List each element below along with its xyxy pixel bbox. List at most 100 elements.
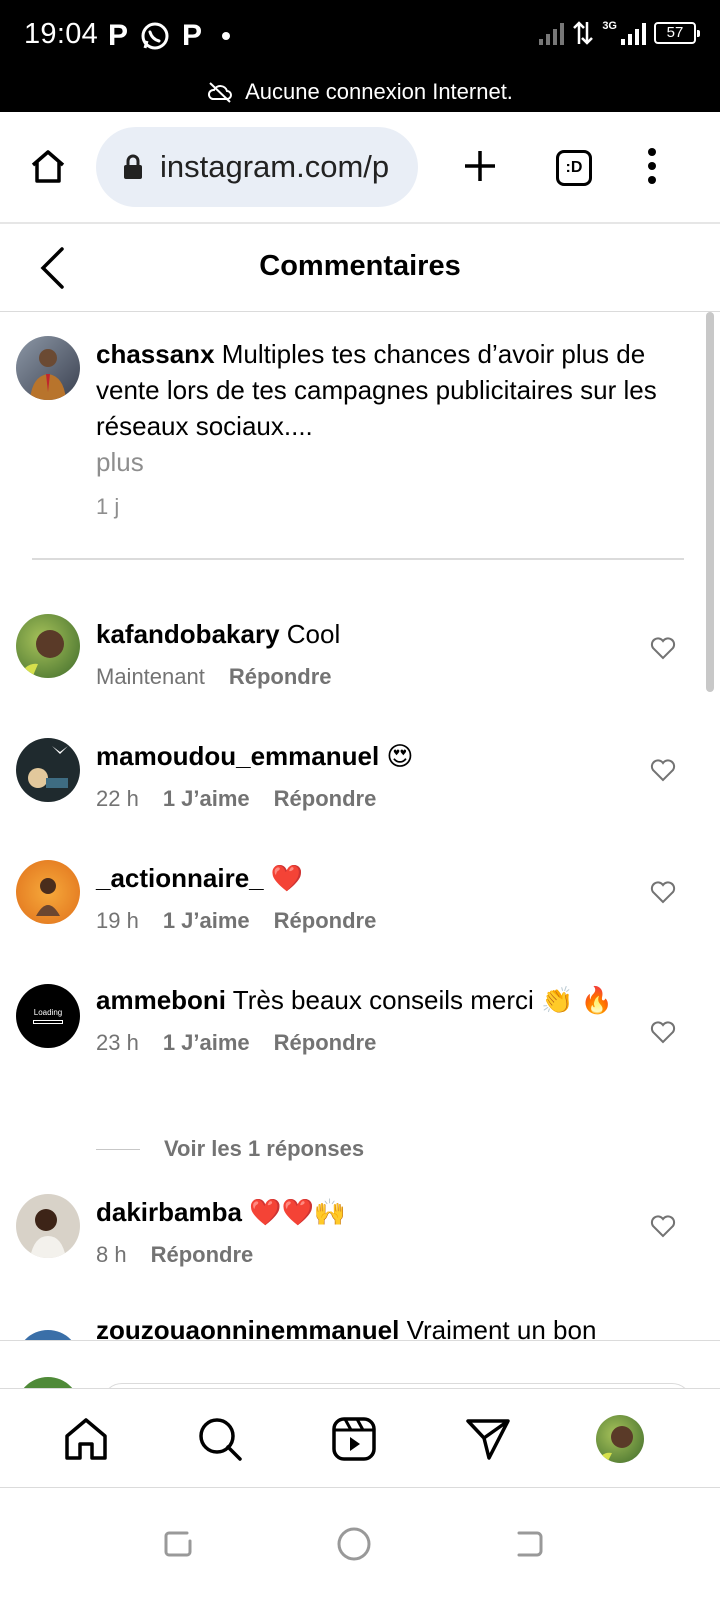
whatsapp-icon	[141, 22, 169, 50]
reply-button[interactable]: Répondre	[274, 786, 377, 812]
comment-username[interactable]: zouzouaonninemmanuel	[96, 1315, 399, 1340]
lock-icon	[124, 154, 142, 179]
heart-icon[interactable]	[650, 880, 676, 904]
comment-username[interactable]: ammeboni	[96, 985, 226, 1015]
heart-icon[interactable]	[650, 1214, 676, 1238]
avatar	[16, 1377, 80, 1388]
likes-count[interactable]: 1 J’aime	[163, 1030, 250, 1056]
comment-text: Vraiment un bon	[406, 1315, 597, 1340]
comment-time: 8 h	[96, 1242, 127, 1267]
comment-text: 😍	[386, 741, 414, 771]
comment: dakirbamba ❤️❤️🙌 8 h Répondre	[96, 1194, 616, 1268]
system-back-button[interactable]	[510, 1524, 550, 1564]
nav-messages[interactable]	[462, 1413, 514, 1465]
comment-username[interactable]: _actionnaire_	[96, 863, 264, 893]
circle-home-icon	[337, 1527, 371, 1561]
scrollbar[interactable]	[706, 312, 714, 692]
more-notifications-dot	[222, 32, 231, 40]
heart-icon[interactable]	[650, 1020, 676, 1044]
tab-switcher-button[interactable]: :D	[552, 146, 596, 190]
comments-header: Commentaires	[0, 224, 720, 312]
reply-button[interactable]: Répondre	[274, 1030, 377, 1056]
cloud-off-icon	[208, 82, 233, 103]
more-link[interactable]: plus	[96, 444, 700, 480]
comment-meta: Maintenant Répondre	[96, 664, 616, 690]
system-nav-bar	[0, 1488, 720, 1600]
comment-time: 22 h	[96, 786, 139, 811]
likes-count[interactable]: 1 J’aime	[163, 908, 250, 934]
p-icon: P	[182, 19, 203, 52]
nav-search[interactable]	[194, 1413, 246, 1465]
system-home-button[interactable]	[334, 1524, 374, 1564]
nav-profile[interactable]	[596, 1415, 644, 1463]
comment: mamoudou_emmanuel 😍 22 h 1 J’aime Répond…	[96, 738, 616, 812]
profile-avatar-icon	[596, 1426, 633, 1463]
plus-icon	[465, 151, 495, 181]
new-tab-button[interactable]	[458, 144, 502, 188]
search-icon	[199, 1418, 242, 1461]
home-button[interactable]	[26, 144, 70, 188]
avatar-image	[30, 1209, 66, 1258]
comment-meta: 22 h 1 J’aime Répondre	[96, 786, 616, 812]
avatar[interactable]	[16, 336, 80, 400]
url-bar[interactable]: instagram.com/p	[96, 127, 418, 207]
comment-meta: 8 h Répondre	[96, 1242, 616, 1268]
reply-button[interactable]: Répondre	[151, 1242, 254, 1268]
comment: ammeboni Très beaux conseils merci 👏 🔥 2…	[96, 982, 616, 1056]
comment-text: Très beaux conseils merci 👏 🔥	[232, 985, 614, 1015]
comment-username[interactable]: mamoudou_emmanuel	[96, 741, 379, 771]
view-replies-button[interactable]: Voir les 1 réponses	[96, 1136, 364, 1162]
avatar-image	[30, 349, 66, 400]
avatar[interactable]	[16, 614, 80, 678]
heart-icon[interactable]	[650, 758, 676, 782]
data-transfer-icon	[573, 21, 594, 45]
avatar[interactable]	[16, 1194, 80, 1258]
status-time: 19:04	[24, 18, 99, 50]
heart-icon[interactable]	[650, 636, 676, 660]
avatar[interactable]: Loading	[16, 984, 80, 1048]
status-bar: 19:04 P P 3G 57	[0, 0, 720, 72]
avatar-image	[18, 630, 64, 678]
avatar[interactable]	[16, 1330, 80, 1340]
comment-time: Maintenant	[96, 664, 205, 689]
more-vertical-icon	[648, 148, 656, 184]
reels-icon	[332, 1417, 376, 1461]
comment: kafandobakary Cool Maintenant Répondre	[96, 616, 616, 690]
url-text: instagram.com/p	[160, 149, 390, 184]
signal-3g-icon	[621, 21, 646, 45]
comment-time: 23 h	[96, 1030, 139, 1055]
offline-text: Aucune connexion Internet.	[245, 79, 513, 104]
send-icon	[466, 1419, 510, 1460]
offline-banner: Aucune connexion Internet.	[0, 72, 720, 112]
recent-apps-button[interactable]	[158, 1524, 198, 1564]
partial-comment: zouzouaonninemmanuel Vraiment un bon	[0, 1300, 720, 1340]
recent-apps-icon	[164, 1531, 192, 1557]
signal-icon	[539, 21, 565, 45]
comment-meta: 23 h 1 J’aime Répondre	[96, 1030, 616, 1056]
home-icon	[31, 150, 65, 183]
avatar[interactable]	[16, 860, 80, 924]
comment-username[interactable]: kafandobakary	[96, 619, 280, 649]
avatar-image	[36, 878, 60, 916]
caption-username[interactable]: chassanx	[96, 339, 215, 369]
likes-count[interactable]: 1 J’aime	[163, 786, 250, 812]
comment-time: 19 h	[96, 908, 139, 933]
p-icon: P	[108, 19, 129, 52]
status-right: 3G 57	[539, 20, 700, 46]
avatar-image	[28, 746, 68, 788]
nav-reels[interactable]	[328, 1413, 380, 1465]
view-replies-text: Voir les 1 réponses	[164, 1136, 365, 1161]
comment-username[interactable]: dakirbamba	[96, 1197, 242, 1227]
home-icon	[65, 1418, 107, 1460]
nav-home[interactable]	[60, 1413, 112, 1465]
avatar[interactable]	[16, 738, 80, 802]
reply-button[interactable]: Répondre	[274, 908, 377, 934]
bottom-nav	[0, 1388, 720, 1488]
avatar-text: Loading	[33, 1008, 63, 1017]
page-title: Commentaires	[259, 250, 461, 282]
browser-menu-button[interactable]	[638, 144, 666, 188]
loading-bar	[33, 1020, 63, 1024]
browser-toolbar: instagram.com/p :D	[0, 112, 720, 224]
battery-icon: 57	[654, 22, 700, 44]
reply-button[interactable]: Répondre	[229, 664, 332, 690]
